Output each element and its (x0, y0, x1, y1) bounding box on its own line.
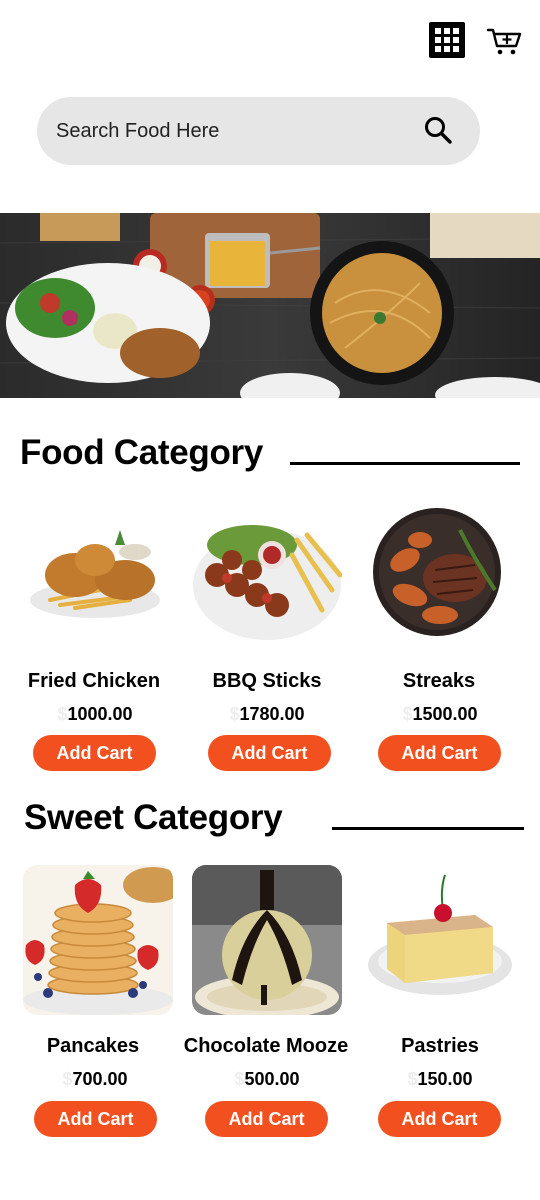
steaks-image[interactable] (365, 500, 515, 650)
search-icon[interactable] (423, 115, 453, 145)
add-cart-button[interactable]: Add Cart (34, 1101, 157, 1137)
item-price: $1000.00 (57, 704, 133, 724)
fried-chicken-image[interactable] (20, 500, 170, 650)
top-bar (0, 0, 540, 80)
add-cart-button[interactable]: Add Cart (205, 1101, 328, 1137)
pastries-image[interactable] (365, 865, 515, 1015)
grid-icon[interactable] (429, 22, 465, 58)
bbq-sticks-image[interactable] (192, 500, 342, 650)
item-price: $500.00 (234, 1069, 300, 1089)
item-name: Chocolate Mooze (183, 1035, 349, 1057)
item-price: $150.00 (407, 1069, 473, 1089)
add-cart-button[interactable]: Add Cart (378, 735, 501, 771)
item-name: Fried Chicken (27, 670, 161, 692)
add-cart-button[interactable]: Add Cart (378, 1101, 501, 1137)
item-price: $700.00 (62, 1069, 128, 1089)
hero-banner-image (0, 213, 540, 398)
section-divider (290, 462, 520, 465)
section-title-food: Food Category (20, 433, 264, 472)
search-input[interactable] (56, 97, 416, 165)
item-price: $1500.00 (402, 704, 478, 724)
item-name: Streaks (402, 670, 476, 692)
add-cart-button[interactable]: Add Cart (208, 735, 331, 771)
item-name: Pastries (401, 1035, 479, 1057)
add-cart-button[interactable]: Add Cart (33, 735, 156, 771)
pancakes-image[interactable] (23, 865, 173, 1015)
item-name: BBQ Sticks (212, 670, 322, 692)
chocolate-mooze-image[interactable] (192, 865, 342, 1015)
item-price: $1780.00 (229, 704, 305, 724)
search-bar (37, 97, 480, 165)
section-divider (332, 827, 524, 830)
cart-add-icon[interactable] (486, 24, 522, 58)
item-name: Pancakes (46, 1035, 140, 1057)
section-title-sweet: Sweet Category (24, 798, 283, 837)
